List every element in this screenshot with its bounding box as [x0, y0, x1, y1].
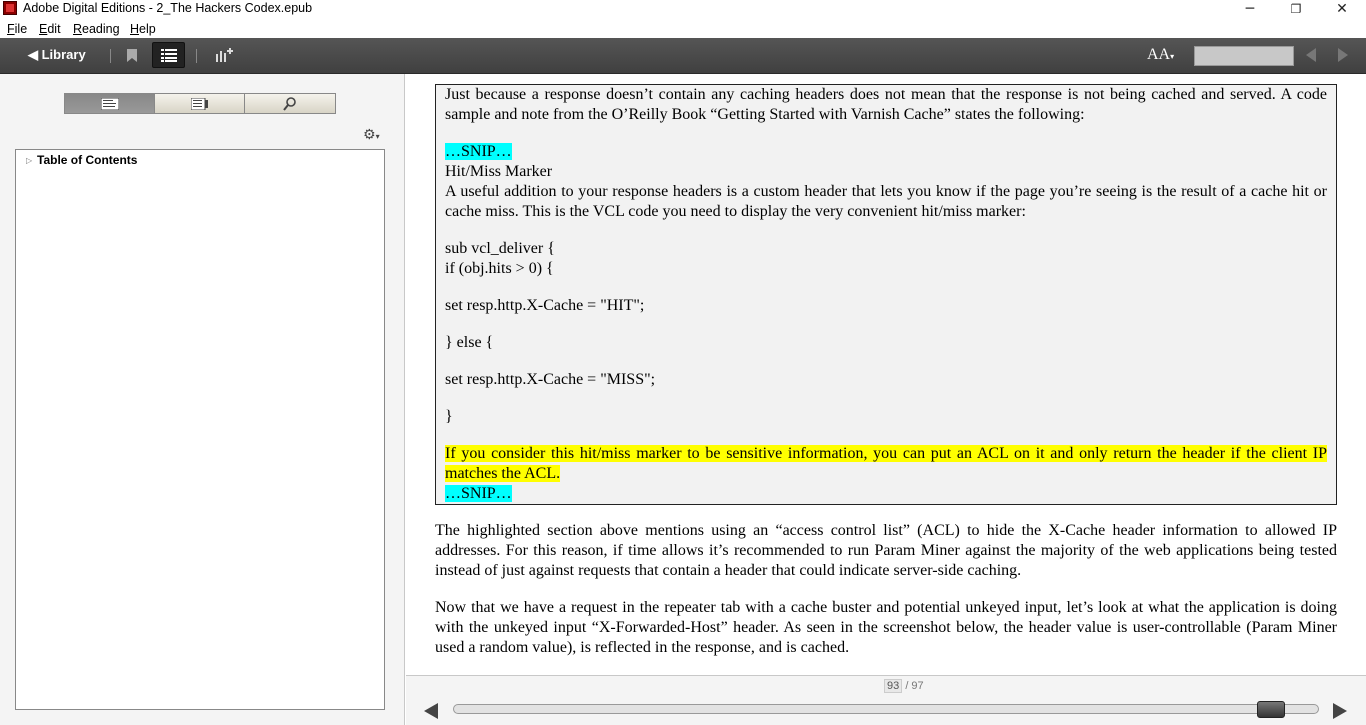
search-icon	[283, 96, 296, 111]
page-slider-thumb[interactable]	[1257, 701, 1285, 718]
list-icon	[161, 49, 177, 62]
page-slider[interactable]	[453, 704, 1319, 714]
code-line: }	[445, 408, 453, 425]
page-navigation-bar: 93 / 97	[406, 675, 1366, 725]
gear-icon[interactable]: ⚙▾	[363, 127, 380, 143]
code-line: } else {	[445, 334, 494, 351]
highlighted-note: If you consider this hit/miss marker to …	[445, 445, 1327, 482]
menu-bar: File Edit Reading Help	[0, 19, 1366, 38]
snip-marker: …SNIP…	[445, 485, 512, 502]
close-button[interactable]: ✕	[1319, 0, 1365, 18]
code-line: set resp.http.X-Cache = "HIT";	[445, 297, 645, 314]
snip-marker: …SNIP…	[445, 143, 512, 160]
chart-add-icon[interactable]	[215, 47, 233, 63]
toolbar-divider	[110, 49, 111, 63]
next-page-button[interactable]	[1333, 703, 1347, 719]
page-number-field[interactable]	[1194, 46, 1294, 66]
body-paragraph: Now that we have a request in the repeat…	[435, 599, 1337, 656]
current-page: 93	[884, 679, 903, 693]
toc-list-icon	[100, 97, 119, 110]
box-description: A useful addition to your response heade…	[445, 183, 1327, 220]
expand-triangle-icon[interactable]: ▷	[26, 156, 32, 165]
box-intro: Just because a response doesn’t contain …	[445, 86, 1327, 123]
font-size-button[interactable]: AA▾	[1147, 46, 1174, 64]
body-paragraph: The highlighted section above mentions u…	[435, 522, 1337, 579]
library-button[interactable]: ◀ Library	[28, 47, 86, 63]
page-indicator: 93 / 97	[884, 679, 924, 693]
title-bar: Adobe Digital Editions - 2_The Hackers C…	[0, 0, 1366, 18]
toc-item[interactable]: Table of Contents	[37, 153, 137, 167]
toc-view-button[interactable]	[152, 42, 185, 68]
toc-tab[interactable]	[64, 93, 155, 114]
code-line: if (obj.hits > 0) {	[445, 260, 554, 277]
previous-page-button[interactable]	[424, 703, 438, 719]
toolbar: ◀ Library AA▾	[0, 38, 1366, 74]
quoted-code-box: Just because a response doesn’t contain …	[435, 84, 1337, 505]
menu-file[interactable]: File	[7, 22, 27, 36]
bookmarks-tab[interactable]	[154, 93, 245, 114]
menu-help[interactable]: Help	[130, 22, 156, 36]
maximize-button[interactable]: ❐	[1273, 0, 1319, 18]
app-icon	[3, 1, 17, 15]
minimize-button[interactable]: ─	[1227, 0, 1273, 18]
toc-tree: ▷ Table of Contents	[15, 149, 385, 710]
code-line: sub vcl_deliver {	[445, 240, 555, 257]
code-line: set resp.http.X-Cache = "MISS";	[445, 371, 656, 388]
previous-page-arrow[interactable]	[1306, 48, 1316, 62]
bookmark-list-icon	[190, 97, 208, 110]
bookmark-icon[interactable]	[126, 48, 138, 63]
next-page-arrow[interactable]	[1338, 48, 1348, 62]
box-heading: Hit/Miss Marker	[445, 163, 553, 180]
reading-pane: Just because a response doesn’t contain …	[406, 74, 1366, 674]
toolbar-divider	[196, 49, 197, 63]
total-pages: / 97	[905, 680, 924, 692]
search-tab[interactable]	[244, 93, 336, 114]
navigation-panel: ⚙▾ ▷ Table of Contents	[0, 74, 405, 725]
menu-edit[interactable]: Edit	[39, 22, 61, 36]
window-title: Adobe Digital Editions - 2_The Hackers C…	[23, 1, 313, 15]
menu-reading[interactable]: Reading	[73, 22, 120, 36]
